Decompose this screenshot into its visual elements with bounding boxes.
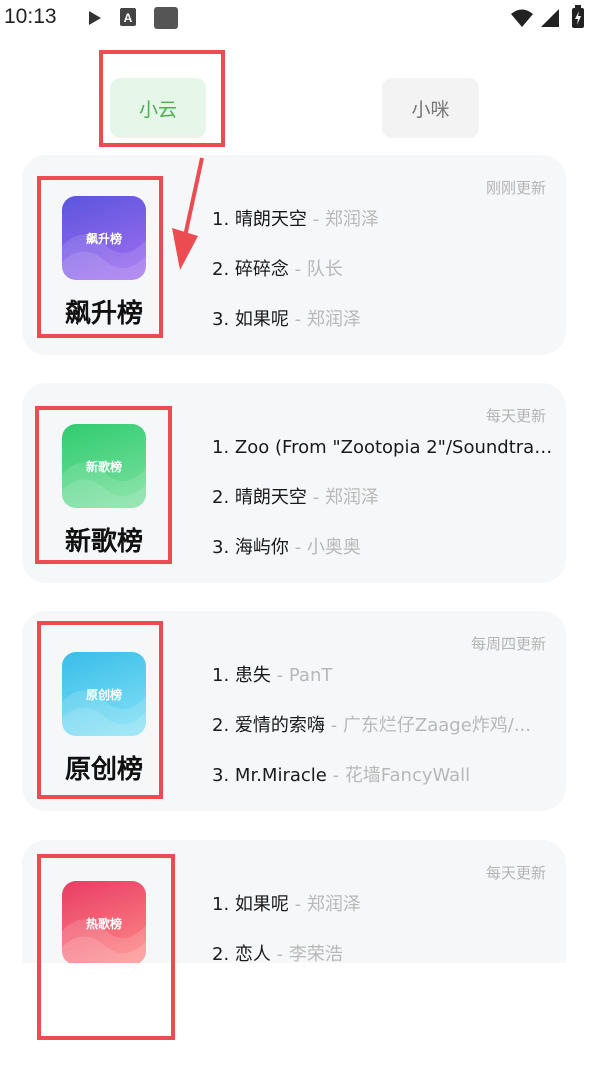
song-title: Zoo (From "Zootopia 2"/Soundtrac... xyxy=(234,437,558,458)
notification-square-icon xyxy=(154,7,178,29)
annotation-arrow-icon xyxy=(172,157,204,270)
song-artist: - 广东烂仔Zaage炸鸡/... xyxy=(324,715,531,736)
song-title: 恋人 xyxy=(234,944,271,965)
annotation-highlight-soaring xyxy=(37,176,163,338)
battery-charging-icon xyxy=(572,5,584,28)
song-artist: - 郑润泽 xyxy=(288,894,361,915)
song-item[interactable]: 1. 患失 - PanT xyxy=(212,659,558,709)
annotation-highlight-tab xyxy=(99,50,225,147)
song-list: 1. 晴朗天空 - 郑润泽 2. 碎碎念 - 队长 3. 如果呢 - 郑润泽 xyxy=(212,203,558,353)
song-title: 患失 xyxy=(234,665,271,686)
artist-name: 郑润泽 xyxy=(324,209,379,230)
song-artist: - 郑润泽 xyxy=(306,487,379,508)
update-frequency: 每天更新 xyxy=(485,407,546,425)
song-artist: - 花墙FancyWall xyxy=(326,765,471,786)
annotation-highlight-hot-songs xyxy=(37,854,175,1040)
tab-xiaomi[interactable]: 小咪 xyxy=(382,78,479,138)
annotation-highlight-original xyxy=(37,621,163,799)
song-title: 如果呢 xyxy=(234,894,289,915)
song-item[interactable]: 1. 晴朗天空 - 郑润泽 xyxy=(212,203,558,253)
artist-name: 花墙FancyWall xyxy=(344,765,471,786)
song-artist: - 李荣浩 xyxy=(270,944,343,965)
song-title: 碎碎念 xyxy=(234,259,289,280)
song-item[interactable]: 1. 如果呢 - 郑润泽 xyxy=(212,888,558,938)
song-title: 如果呢 xyxy=(234,309,289,330)
song-list: 1. 患失 - PanT 2. 爱情的索嗨 - 广东烂仔Zaage炸鸡/... … xyxy=(212,659,558,809)
song-rank: 3. xyxy=(212,309,230,330)
song-rank: 2. xyxy=(212,715,230,736)
song-title: 海屿你 xyxy=(234,537,289,558)
song-item[interactable]: 2. 晴朗天空 - 郑润泽 xyxy=(212,481,558,531)
song-title: 晴朗天空 xyxy=(234,209,307,230)
song-artist: - 队长 xyxy=(288,259,343,280)
song-rank: 2. xyxy=(212,944,230,965)
artist-name: 郑润泽 xyxy=(324,487,379,508)
song-artist: - 小奥奥 xyxy=(288,537,361,558)
song-title: 晴朗天空 xyxy=(234,487,307,508)
keyboard-a-icon: A xyxy=(120,8,136,26)
update-frequency: 刚刚更新 xyxy=(485,179,546,197)
artist-name: PanT xyxy=(288,665,333,686)
song-item[interactable]: 2. 碎碎念 - 队长 xyxy=(212,253,558,303)
song-item[interactable]: 1. Zoo (From "Zootopia 2"/Soundtrac... xyxy=(212,431,558,481)
song-artist: - 郑润泽 xyxy=(288,309,361,330)
status-time: 10:13 xyxy=(4,5,57,28)
status-bar: 10:13 A xyxy=(0,0,590,36)
song-artist: - 郑润泽 xyxy=(306,209,379,230)
update-frequency: 每天更新 xyxy=(485,864,546,882)
artist-name: 郑润泽 xyxy=(306,309,361,330)
song-title: Mr.Miracle xyxy=(234,765,327,786)
song-title: 爱情的索嗨 xyxy=(234,715,325,736)
song-rank: 1. xyxy=(212,665,230,686)
annotation-highlight-new-songs xyxy=(35,406,172,564)
artist-name: 郑润泽 xyxy=(306,894,361,915)
song-item[interactable]: 3. Mr.Miracle - 花墙FancyWall xyxy=(212,759,558,809)
song-item[interactable]: 3. 海屿你 - 小奥奥 xyxy=(212,531,558,581)
play-icon xyxy=(89,11,101,25)
artist-name: 李荣浩 xyxy=(288,944,343,965)
artist-name: 广东烂仔Zaage炸鸡/... xyxy=(342,715,531,736)
wifi-icon xyxy=(511,9,533,27)
song-artist: - PanT xyxy=(270,665,333,686)
song-rank: 1. xyxy=(212,894,230,915)
song-rank: 3. xyxy=(212,765,230,786)
svg-text:A: A xyxy=(124,11,133,25)
song-list: 1. Zoo (From "Zootopia 2"/Soundtrac... 2… xyxy=(212,431,558,581)
song-rank: 3. xyxy=(212,537,230,558)
song-rank: 1. xyxy=(212,437,230,458)
song-rank: 2. xyxy=(212,487,230,508)
update-frequency: 每周四更新 xyxy=(470,635,546,653)
song-item[interactable]: 3. 如果呢 - 郑润泽 xyxy=(212,303,558,353)
artist-name: 小奥奥 xyxy=(306,537,361,558)
artist-name: 队长 xyxy=(306,259,343,280)
cellular-signal-icon xyxy=(541,9,559,27)
song-item[interactable]: 2. 爱情的索嗨 - 广东烂仔Zaage炸鸡/... xyxy=(212,709,558,759)
